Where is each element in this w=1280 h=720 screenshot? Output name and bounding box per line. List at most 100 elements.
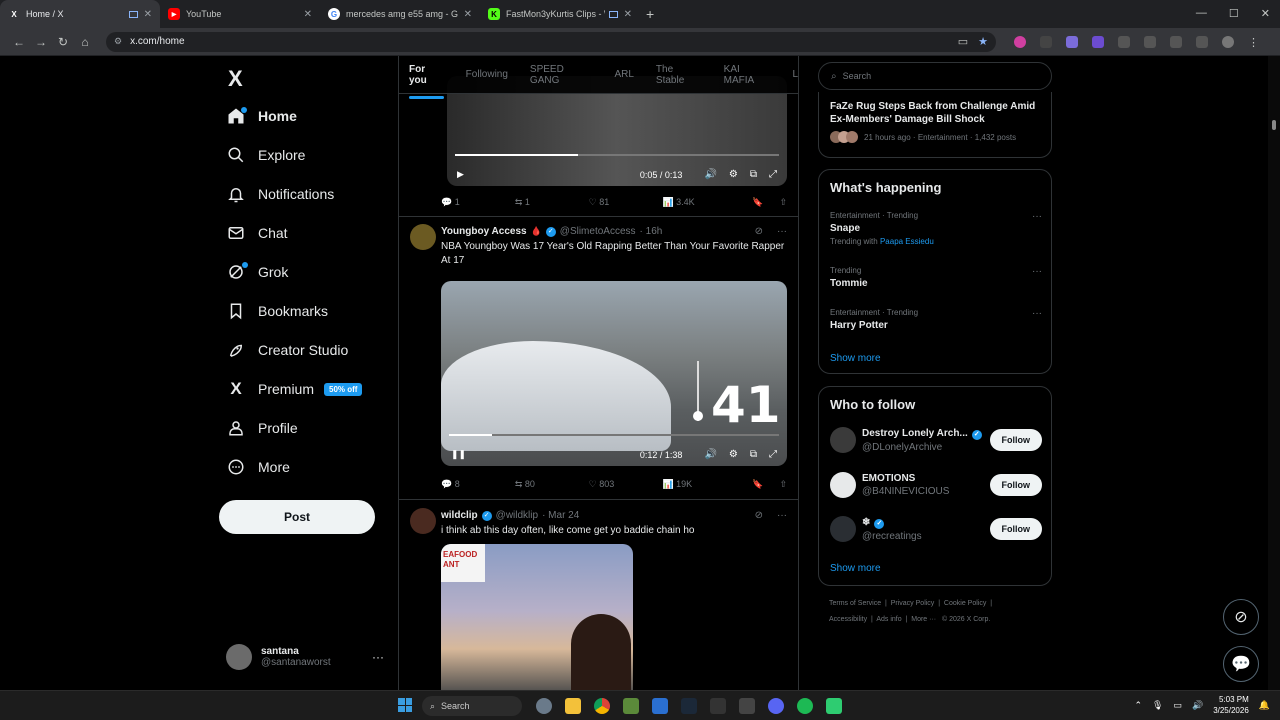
trend-item[interactable]: Entertainment · Trending Snape Trending … <box>830 211 1042 246</box>
sidebar-item-chat[interactable]: Chat <box>226 223 288 243</box>
settings-icon[interactable]: ⚙ <box>729 169 738 180</box>
views-button[interactable]: 📊 19K <box>662 479 736 490</box>
grok-icon[interactable]: ⊘ <box>755 510 763 521</box>
news-card[interactable]: FaZe Rug Steps Back from Challenge Amid … <box>818 92 1052 158</box>
chrome-icon[interactable] <box>594 698 610 714</box>
post-time[interactable]: · 16h <box>640 226 663 237</box>
sidebar-item-home[interactable]: Home <box>226 106 297 126</box>
trend-related-link[interactable]: Paapa Essiedu <box>880 237 934 246</box>
footer-link[interactable]: Terms of Service <box>829 600 881 607</box>
footer-link[interactable]: Privacy Policy <box>891 600 935 607</box>
discord-icon[interactable] <box>768 698 784 714</box>
spotify-icon[interactable] <box>797 698 813 714</box>
reply-button[interactable]: 💬 8 <box>441 479 515 490</box>
follow-button[interactable]: Follow <box>989 518 1042 540</box>
x-logo-icon[interactable]: X <box>228 66 243 92</box>
notification-bell-icon[interactable]: 🔔 <box>1259 700 1270 711</box>
cast-icon[interactable]: ▭ <box>958 35 968 48</box>
tab-speed-gang[interactable]: SPEED GANG <box>530 64 593 86</box>
messages-fab-icon[interactable]: 💬 <box>1223 646 1259 682</box>
epic-games-icon[interactable] <box>710 698 726 714</box>
home-button[interactable]: ⌂ <box>74 35 96 49</box>
bookmark-star-icon[interactable]: ★ <box>978 35 988 48</box>
author-name[interactable]: wildclip <box>441 510 478 521</box>
avatar[interactable] <box>410 508 436 534</box>
tab-overflow[interactable]: L <box>792 69 798 80</box>
account-switcher[interactable]: santana @santanaworst ··· <box>226 644 384 670</box>
follow-suggestion[interactable]: ❄ ✓ @recreatings Follow <box>830 516 1042 542</box>
sidebar-item-explore[interactable]: Explore <box>226 145 305 165</box>
steam-icon[interactable] <box>681 698 697 714</box>
post-more-icon[interactable]: ··· <box>777 226 787 237</box>
sidebar-item-profile[interactable]: Profile <box>226 418 298 438</box>
forward-button[interactable]: → <box>30 35 52 49</box>
volume-icon[interactable]: 🔊 <box>704 449 716 460</box>
avatar[interactable] <box>410 224 436 250</box>
trend-more-icon[interactable]: ··· <box>1032 211 1042 222</box>
share-icon[interactable]: ⇧ <box>779 479 787 490</box>
chrome-menu-icon[interactable]: ⋮ <box>1248 36 1259 49</box>
post-more-icon[interactable]: ··· <box>777 510 787 521</box>
author-name[interactable]: Youngboy Access <box>441 226 527 237</box>
page-scrollbar[interactable] <box>1268 56 1280 690</box>
menu-icon[interactable] <box>1196 35 1208 48</box>
sidebar-item-notifications[interactable]: Notifications <box>226 184 334 204</box>
show-more-link[interactable]: Show more <box>830 353 881 364</box>
bookmark-icon[interactable]: 🔖 <box>752 479 763 490</box>
close-tab-icon[interactable]: ✕ <box>464 9 472 20</box>
minimize-button[interactable]: — <box>1196 7 1207 20</box>
sidebar-item-more[interactable]: More <box>226 457 290 477</box>
maximize-button[interactable]: ☐ <box>1229 7 1239 20</box>
grok-icon[interactable]: ⊘ <box>755 226 763 237</box>
sidebar-item-premium[interactable]: X Premium 50% off <box>226 379 363 399</box>
volume-icon[interactable]: 🔊 <box>1192 700 1203 711</box>
tab-arl[interactable]: ARL <box>614 69 633 80</box>
extensions-puzzle-icon[interactable] <box>1118 35 1130 48</box>
follow-button[interactable]: Follow <box>989 429 1042 451</box>
back-button[interactable]: ← <box>8 35 30 49</box>
tab-google-search[interactable]: G mercedes amg e55 amg - Goo ✕ <box>320 0 480 28</box>
show-more-link[interactable]: Show more <box>830 563 881 574</box>
footer-link[interactable]: More ··· <box>911 616 936 623</box>
windows-start-icon[interactable] <box>398 698 412 712</box>
repost-button[interactable]: ⇆ 1 <box>515 197 589 208</box>
reply-button[interactable]: 💬 1 <box>441 197 515 208</box>
close-tab-icon[interactable]: ✕ <box>144 9 152 20</box>
video-progress-bar[interactable] <box>455 154 779 156</box>
close-tab-icon[interactable]: ✕ <box>624 9 632 20</box>
post-time[interactable]: · Mar 24 <box>542 510 579 521</box>
settings-icon[interactable]: ⚙ <box>729 449 738 460</box>
author-handle[interactable]: @wildklip <box>496 510 538 521</box>
file-explorer-icon[interactable] <box>565 698 581 714</box>
site-info-icon[interactable]: ⚙ <box>114 36 122 47</box>
share-icon[interactable]: ⇧ <box>779 197 787 208</box>
tab-kai-mafia[interactable]: KAI MAFIA <box>724 64 771 86</box>
taskbar-search[interactable]: ⌕ Search <box>422 696 522 716</box>
extension-icon[interactable] <box>1066 35 1078 48</box>
like-button[interactable]: ♡ 803 <box>589 479 663 490</box>
microphone-icon[interactable]: 🎙 <box>1152 700 1163 711</box>
fullscreen-icon[interactable]: ⤢ <box>769 169 777 180</box>
address-bar[interactable]: ⚙ x.com/home ▭ ★ <box>106 31 996 52</box>
pause-icon[interactable]: ❚❚ <box>451 449 466 460</box>
sidebar-item-grok[interactable]: Grok <box>226 262 288 282</box>
account-more-icon[interactable]: ··· <box>372 650 384 664</box>
video-player[interactable]: 41 ❚❚ 0:12 / 1:38 🔊 ⚙ ⧉ ⤢ <box>441 281 787 466</box>
like-button[interactable]: ♡ 81 <box>589 197 663 208</box>
extension-icon[interactable] <box>1040 35 1052 48</box>
repost-button[interactable]: ⇆ 80 <box>515 479 589 490</box>
close-tab-icon[interactable]: ✕ <box>304 9 312 20</box>
minecraft-icon[interactable] <box>623 698 639 714</box>
settings-app-icon[interactable] <box>536 698 552 714</box>
reload-button[interactable]: ↻ <box>52 35 74 49</box>
follow-suggestion[interactable]: Destroy Lonely Arch... ✓ @DLonelyArchive … <box>830 427 1042 453</box>
network-icon[interactable]: ▭ <box>1173 700 1182 711</box>
post-button[interactable]: Post <box>219 500 375 534</box>
app-icon[interactable] <box>826 698 842 714</box>
side-panel-icon[interactable] <box>1170 35 1182 48</box>
post-image[interactable]: EAFOOD ANT <box>441 544 633 690</box>
close-window-button[interactable]: ✕ <box>1261 7 1270 20</box>
views-button[interactable]: 📊 3.4K <box>662 197 736 208</box>
taskbar-clock[interactable]: 5:03 PM 3/25/2026 <box>1213 694 1249 716</box>
tab-home-x[interactable]: X Home / X ✕ <box>0 0 160 28</box>
